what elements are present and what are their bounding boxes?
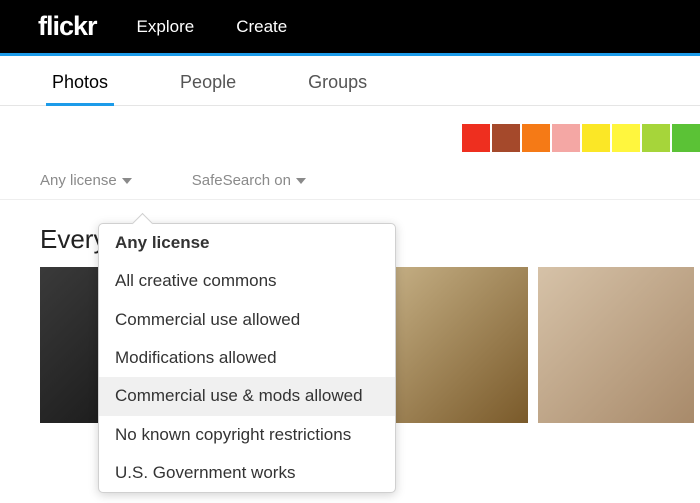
license-option-us-gov[interactable]: U.S. Government works: [99, 454, 395, 492]
color-swatch-brown[interactable]: [492, 124, 520, 152]
chevron-down-icon: [122, 178, 132, 184]
tab-photos[interactable]: Photos: [48, 72, 112, 105]
safesearch-filter-label: SafeSearch on: [192, 172, 291, 189]
license-filter[interactable]: Any license: [40, 172, 132, 189]
tab-people[interactable]: People: [176, 72, 240, 105]
sub-navbar: Photos People Groups: [0, 56, 700, 106]
license-option-mods[interactable]: Modifications allowed: [99, 339, 395, 377]
color-swatch-light-yellow[interactable]: [612, 124, 640, 152]
license-dropdown: Any license All creative commons Commerc…: [98, 223, 396, 493]
color-swatch-red[interactable]: [462, 124, 490, 152]
top-navbar: flickr Explore Create: [0, 0, 700, 56]
photo-thumbnail[interactable]: [538, 267, 694, 423]
license-option-cc[interactable]: All creative commons: [99, 262, 395, 300]
color-filter-strip: [0, 106, 700, 162]
chevron-down-icon: [296, 178, 306, 184]
nav-create[interactable]: Create: [236, 17, 287, 37]
color-swatch-orange[interactable]: [522, 124, 550, 152]
nav-explore[interactable]: Explore: [137, 17, 195, 37]
license-option-commercial[interactable]: Commercial use allowed: [99, 301, 395, 339]
color-swatch-light-green[interactable]: [642, 124, 670, 152]
color-swatch-yellow[interactable]: [582, 124, 610, 152]
safesearch-filter[interactable]: SafeSearch on: [192, 172, 306, 189]
tab-groups[interactable]: Groups: [304, 72, 371, 105]
color-swatch-green[interactable]: [672, 124, 700, 152]
filter-bar: Any license SafeSearch on: [0, 162, 700, 200]
color-swatch-pink[interactable]: [552, 124, 580, 152]
license-option-commercial-mods[interactable]: Commercial use & mods allowed: [99, 377, 395, 415]
flickr-logo[interactable]: flickr: [38, 11, 97, 42]
license-filter-label: Any license: [40, 172, 117, 189]
license-option-no-copyright[interactable]: No known copyright restrictions: [99, 416, 395, 454]
license-option-any[interactable]: Any license: [99, 224, 395, 262]
